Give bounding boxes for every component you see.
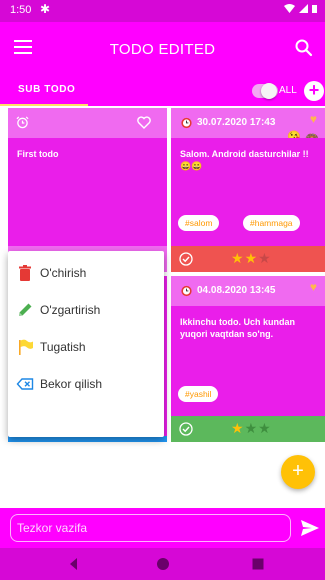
- add-icon[interactable]: +: [304, 81, 324, 101]
- star-icon[interactable]: ★: [231, 250, 245, 267]
- all-toggle[interactable]: [252, 83, 278, 99]
- star-icon[interactable]: ★: [258, 250, 272, 267]
- flag-icon: [19, 339, 33, 355]
- status-time: 1:50: [10, 4, 32, 16]
- quick-task-bar: [0, 508, 325, 548]
- menu-item-label: Bekor qilish: [40, 377, 103, 391]
- card-header: 04.08.2020 13:45 ♥: [171, 276, 325, 306]
- settings-gear-icon: ✱: [40, 2, 51, 16]
- menu-item-label: O'chirish: [40, 266, 87, 280]
- rating-stars[interactable]: ★★★: [231, 250, 272, 267]
- check-circle-icon[interactable]: [179, 252, 193, 266]
- tab-sub-todo-label: SUB TODO: [18, 84, 76, 95]
- toggle-knob: [261, 83, 277, 99]
- card-text: Salom. Android dasturchilar !! 😀😀: [180, 149, 309, 171]
- add-todo-button[interactable]: +: [281, 455, 315, 489]
- home-icon[interactable]: [155, 556, 171, 572]
- pencil-icon: [19, 303, 32, 316]
- menu-item-edit[interactable]: O'zgartirish: [8, 292, 164, 329]
- menu-item-cancel[interactable]: Bekor qilish: [8, 366, 164, 403]
- app-bar: TODO EDITED: [0, 22, 325, 78]
- alarm-icon[interactable]: [16, 116, 29, 129]
- card-footer: ★★★: [171, 246, 325, 272]
- check-circle-icon[interactable]: [179, 422, 193, 436]
- rating-stars[interactable]: ★★★: [231, 420, 272, 437]
- star-icon[interactable]: ★: [258, 420, 272, 437]
- wifi-icon: [284, 4, 295, 13]
- menu-item-delete[interactable]: O'chirish: [8, 255, 164, 292]
- card-body: Salom. Android dasturchilar !! 😀😀 #salom…: [171, 138, 325, 246]
- card-body: First todo: [8, 138, 167, 246]
- tab-bar: SUB TODO ALL +: [0, 78, 325, 106]
- search-icon[interactable]: [293, 37, 315, 59]
- tag-chip[interactable]: #yashil: [178, 386, 219, 402]
- alarm-clock-icon: [181, 285, 192, 297]
- todo-card[interactable]: 04.08.2020 13:45 ♥ Ikkinchu todo. Uch ku…: [171, 276, 325, 442]
- card-footer: ★★★: [171, 416, 325, 442]
- todo-card[interactable]: First todo ★★★: [8, 108, 167, 272]
- recents-icon[interactable]: [250, 556, 266, 572]
- heart-icon[interactable]: ♥: [310, 112, 317, 126]
- card-header: 30.07.2020 17:43 ♥ 😘 🍩: [171, 108, 325, 145]
- trash-icon: [19, 265, 31, 281]
- system-icons: [284, 4, 317, 13]
- alarm-clock-icon: [181, 117, 192, 129]
- quick-task-input[interactable]: [10, 514, 291, 542]
- star-icon[interactable]: ★: [245, 250, 259, 267]
- heart-icon[interactable]: [137, 116, 151, 129]
- back-icon[interactable]: [66, 556, 82, 572]
- page-title: TODO EDITED: [109, 41, 216, 58]
- send-icon[interactable]: [300, 519, 320, 537]
- card-date: 30.07.2020 17:43: [197, 117, 276, 128]
- menu-item-label: Tugatish: [40, 340, 86, 354]
- tab-sub-todo[interactable]: SUB TODO: [0, 78, 88, 106]
- status-bar: 1:50 ✱: [0, 0, 325, 22]
- menu-item-finish[interactable]: Tugatish: [8, 329, 164, 366]
- tag-chip[interactable]: #hammaga: [243, 215, 300, 231]
- card-text: First todo: [17, 149, 59, 159]
- signal-icon: [299, 4, 308, 13]
- todo-card[interactable]: 30.07.2020 17:43 ♥ 😘 🍩 Salom. Android da…: [171, 108, 325, 272]
- heart-icon[interactable]: ♥: [310, 280, 317, 294]
- battery-icon: [312, 5, 317, 13]
- context-menu: O'chirish O'zgartirish Tugatish Bekor qi…: [8, 251, 164, 437]
- tag-chip[interactable]: #salom: [178, 215, 220, 231]
- menu-item-label: O'zgartirish: [40, 303, 101, 317]
- card-header: [8, 108, 167, 138]
- card-text: Ikkinchu todo. Uch kundan yuqori vaqtdan…: [180, 317, 296, 339]
- card-body: Ikkinchu todo. Uch kundan yuqori vaqtdan…: [171, 306, 325, 416]
- star-icon[interactable]: ★: [245, 420, 259, 437]
- star-icon[interactable]: ★: [231, 420, 245, 437]
- backspace-icon: [16, 378, 34, 390]
- all-label: ALL: [279, 85, 297, 96]
- card-date: 04.08.2020 13:45: [197, 285, 276, 296]
- system-nav-bar: [0, 548, 325, 580]
